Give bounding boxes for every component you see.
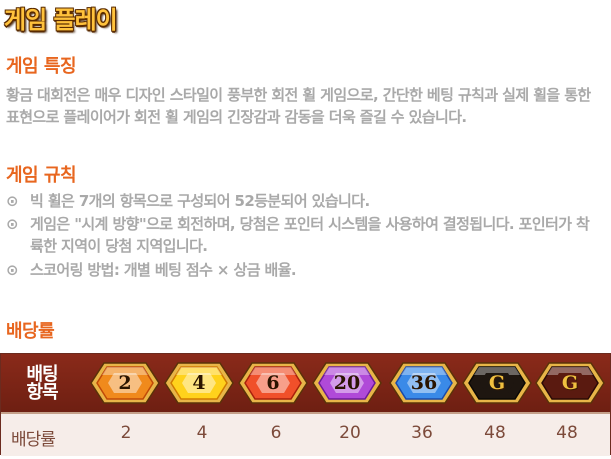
- bet-item-gem: 2: [90, 361, 160, 405]
- bullet-icon: ⊙: [6, 192, 19, 210]
- bet-item-gem: 36: [389, 361, 459, 405]
- gem-label: 20: [333, 372, 361, 394]
- gem-label: 4: [192, 372, 206, 394]
- payout-row-label: 배당률: [11, 430, 56, 450]
- payout-value: 4: [196, 423, 208, 443]
- rule-text: 스코어링 방법: 개별 베팅 점수 × 상금 배율.: [30, 261, 297, 279]
- payout-title: 배당률: [6, 321, 55, 342]
- gem-label: G: [488, 372, 506, 394]
- rule-item: ⊙ 게임은 "시계 방향"으로 회전하며, 당첨은 포인터 시스템을 사용하여 결…: [6, 213, 606, 257]
- gem-label: G: [561, 372, 579, 394]
- gem-label: 36: [410, 372, 438, 394]
- bet-item-gem: G: [462, 361, 532, 405]
- features-text: 황금 대회전은 매우 디자인 스타일이 풍부한 회전 휠 게임으로, 간단한 베…: [6, 86, 591, 126]
- bet-items-row: 배팅 항목 2 4 6 20 36 G G: [1, 354, 610, 412]
- rule-item: ⊙ 빅 휠은 7개의 항목으로 구성되어 52등분되어 있습니다.: [6, 190, 606, 212]
- payout-value: 48: [484, 423, 506, 443]
- rules-title: 게임 규칙: [6, 165, 77, 186]
- bet-item-gem: 4: [164, 361, 234, 405]
- gem-label: 2: [118, 372, 132, 394]
- payout-value: 20: [339, 423, 361, 443]
- bullet-icon: ⊙: [6, 215, 19, 233]
- bet-items-label-text: 배팅 항목: [26, 364, 58, 403]
- bet-item-gem: 6: [238, 361, 308, 405]
- bullet-icon: ⊙: [6, 261, 19, 279]
- features-title: 게임 특징: [6, 56, 77, 77]
- bet-item-gem: 20: [312, 361, 382, 405]
- payout-row: 배당률 2 4 6 20 36 48 48: [1, 412, 610, 456]
- payout-value: 2: [120, 423, 132, 443]
- payout-value: 6: [270, 423, 282, 443]
- gem-label: 6: [266, 372, 280, 394]
- bet-item-gem: G: [535, 361, 605, 405]
- payout-value: 36: [411, 423, 433, 443]
- rule-text: 게임은 "시계 방향"으로 회전하며, 당첨은 포인터 시스템을 사용하여 결정…: [30, 215, 590, 255]
- rule-text: 빅 휠은 7개의 항목으로 구성되어 52등분되어 있습니다.: [30, 192, 370, 210]
- page-title: 게임 플레이: [4, 6, 118, 34]
- payout-value: 48: [556, 423, 578, 443]
- bet-items-label: 배팅 항목: [17, 366, 67, 402]
- payout-table: 배팅 항목 2 4 6 20 36 G G 배당률 2 4 6 20 36 48 48: [0, 353, 611, 456]
- rule-item: ⊙ 스코어링 방법: 개별 베팅 점수 × 상금 배율.: [6, 259, 606, 281]
